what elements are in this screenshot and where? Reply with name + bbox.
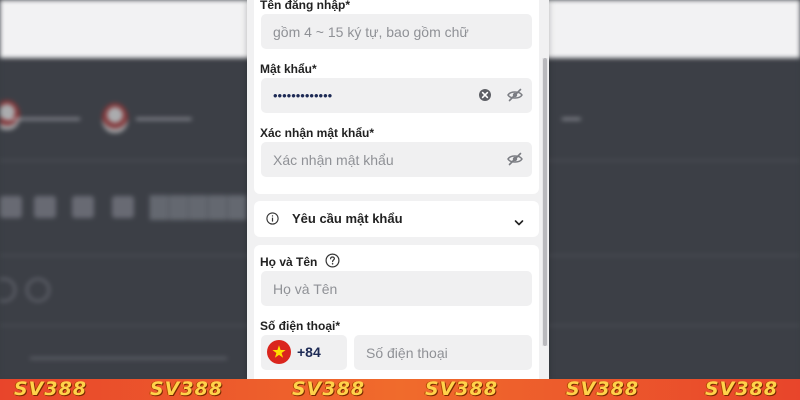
- watermark-text: SV388: [705, 379, 779, 400]
- password-input[interactable]: [273, 78, 473, 113]
- watermark-text: SV388: [566, 379, 640, 400]
- vietnam-flag-icon: [267, 340, 291, 364]
- clear-circle-icon[interactable]: [477, 87, 493, 103]
- password-field[interactable]: [261, 78, 532, 113]
- full-name-input[interactable]: [273, 271, 473, 306]
- chevron-down-icon[interactable]: [514, 214, 524, 232]
- question-circle-icon[interactable]: [325, 253, 340, 273]
- background-blur-text: ▁▁▁▁▁▁▁▁: [6, 106, 80, 120]
- info-icon: [266, 212, 279, 230]
- dial-code: +84: [297, 344, 321, 360]
- full-name-field[interactable]: [261, 271, 532, 306]
- background-footer-text: ▁▁▁▁▁▁▁▁▁▁▁▁▁▁▁▁▁▁▁▁▁▁▁▁▁▁▁▁▁▁▁▁: [30, 350, 227, 359]
- watermark-text: SV388: [14, 379, 88, 400]
- account-card: Tên đăng nhập* Mật khẩu* Xác nhận mật: [254, 0, 539, 194]
- background-team-badge: [102, 103, 128, 133]
- background-blur-icon: [72, 196, 94, 218]
- watermark-text: SV388: [292, 379, 366, 400]
- password-label: Mật khẩu*: [260, 62, 317, 76]
- country-code-select[interactable]: +84: [261, 335, 347, 370]
- full-name-label: Họ và Tên: [260, 255, 318, 269]
- username-input[interactable]: [273, 14, 473, 49]
- watermark-banner: SV388 SV388 SV388 SV388 SV388 SV388: [0, 379, 800, 400]
- confirm-password-input[interactable]: [273, 142, 473, 177]
- eye-slash-icon[interactable]: [507, 87, 523, 103]
- phone-input[interactable]: [366, 335, 549, 370]
- background-blur-icon: [26, 278, 50, 302]
- personal-info-card: Họ và Tên Số điện thoại* +84: [254, 245, 549, 379]
- username-label: Tên đăng nhập*: [260, 0, 350, 12]
- background-blur-icon: [112, 196, 134, 218]
- phone-label: Số điện thoại*: [260, 319, 341, 333]
- registration-form-panel: Tên đăng nhập* Mật khẩu* Xác nhận mật: [247, 0, 549, 379]
- phone-field[interactable]: [354, 335, 549, 370]
- password-requirements-label: Yêu cầu mật khẩu: [292, 211, 403, 226]
- username-field[interactable]: [261, 14, 532, 49]
- background-play-icon: [34, 196, 56, 218]
- password-requirements-toggle[interactable]: Yêu cầu mật khẩu: [254, 201, 539, 237]
- scrollbar-thumb[interactable]: [543, 58, 547, 346]
- confirm-password-field[interactable]: [261, 142, 532, 177]
- background-blur-text: ▁▁: [562, 106, 581, 120]
- watermark-text: SV388: [150, 379, 224, 400]
- background-blur-text: ▁▁▁▁▁▁: [136, 106, 192, 120]
- background-blur-icon: [0, 196, 22, 218]
- confirm-password-label: Xác nhận mật khẩu*: [260, 126, 375, 140]
- background-blur-title: ▇▇▇▇▇: [150, 193, 248, 220]
- eye-slash-icon[interactable]: [507, 151, 523, 167]
- watermark-text: SV388: [425, 379, 499, 400]
